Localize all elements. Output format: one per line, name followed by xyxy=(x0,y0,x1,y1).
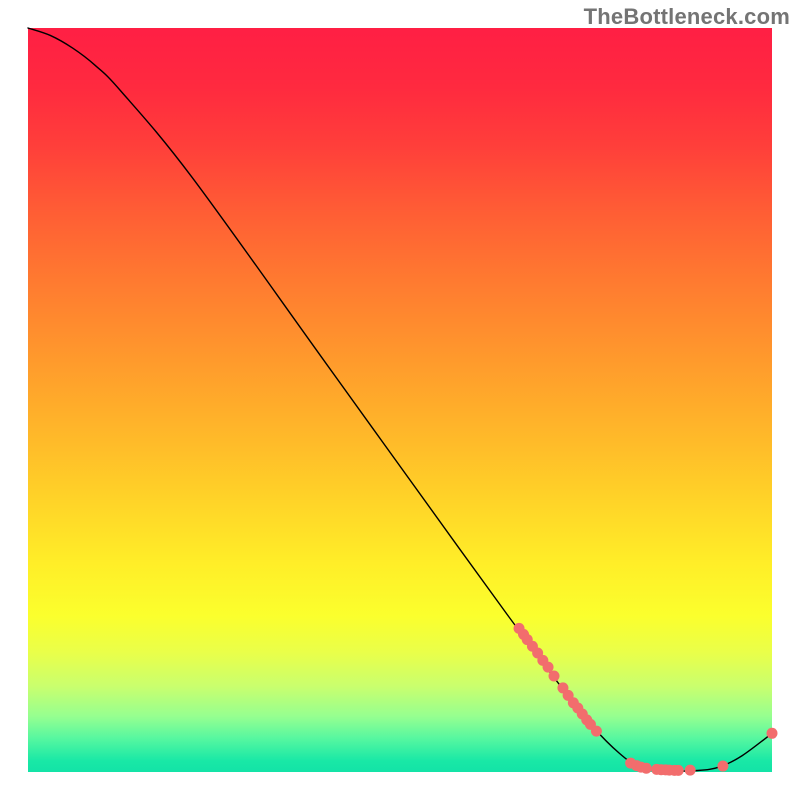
data-point xyxy=(685,765,696,776)
data-point xyxy=(641,763,652,774)
chart-canvas xyxy=(0,0,800,800)
watermark-label: TheBottleneck.com xyxy=(584,4,790,30)
data-point xyxy=(717,761,728,772)
data-point xyxy=(673,765,684,776)
plot-background xyxy=(28,28,772,772)
data-point xyxy=(549,671,560,682)
data-point xyxy=(591,726,602,737)
data-point xyxy=(767,728,778,739)
bottleneck-chart: TheBottleneck.com xyxy=(0,0,800,800)
